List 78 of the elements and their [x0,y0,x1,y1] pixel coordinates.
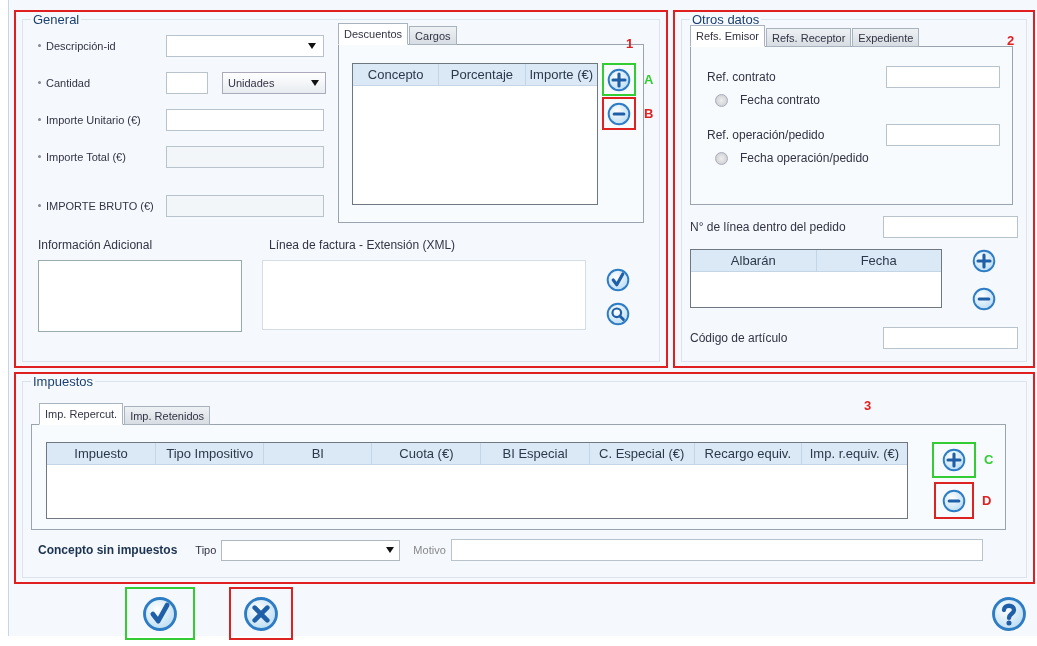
column-header[interactable]: BI Especial [481,443,590,464]
tab[interactable]: Descuentos [338,23,409,45]
column-header[interactable]: Importe (€) [525,64,597,85]
tab[interactable]: Cargos [409,26,457,45]
field-label: N° de línea dentro del pedido [690,220,846,234]
column-header[interactable]: Impuesto [47,443,157,464]
field-label: Descripción-id [46,39,116,52]
column-header[interactable]: Albarán [691,250,817,271]
section-number: 2 [1007,33,1015,48]
tab[interactable]: Expediente [852,28,920,47]
help-icon[interactable] [991,595,1027,632]
input-field[interactable] [166,194,324,217]
caret-icon [310,79,320,86]
callout-letter: B [644,105,654,121]
field-label: Ref. operación/pedido [707,128,825,142]
cancel-icon[interactable] [243,595,279,632]
column-header[interactable]: BI [264,443,373,464]
field-label: Código de artículo [690,331,788,345]
field-label: Cantidad [46,76,91,89]
add-icon[interactable] [942,448,966,472]
column-header[interactable]: Concepto [353,64,440,85]
bullet-icon [38,118,41,121]
field-label: Ref. contrato [707,70,776,84]
field-label: Importe Unitario (€) [46,113,141,126]
radio-label: Fecha contrato [740,93,821,107]
section-number: 1 [626,36,634,51]
input-field[interactable] [883,216,1018,238]
callout-letter: A [644,71,654,87]
field-label: Tipo [195,544,217,556]
bullet-icon [38,204,41,207]
tab[interactable]: Refs. Receptor [765,28,852,47]
section-number: 3 [864,398,872,413]
remove-icon[interactable] [942,488,966,513]
column-header[interactable]: Imp. r.equiv. (€) [801,443,907,464]
field-label: IMPORTE BRUTO (€) [46,199,154,212]
column-header[interactable]: Fecha [816,250,941,271]
dropdown-field[interactable] [221,539,401,561]
field-label: Información Adicional [38,238,154,252]
column-header[interactable]: Tipo Impositivo [156,443,265,464]
bullet-icon [38,155,41,158]
tab[interactable]: Imp. Retenidos [124,406,211,425]
group-title: Otros datos [691,12,761,27]
input-field[interactable] [450,539,983,561]
callout-letter: D [982,492,992,508]
field-label: Motivo [413,544,446,556]
remove-icon[interactable] [972,287,996,311]
input-field[interactable] [886,66,1000,88]
tab[interactable]: Refs. Emisor [690,25,765,47]
search-icon[interactable] [606,302,630,326]
input-field[interactable] [166,71,208,94]
check-icon[interactable] [142,595,178,632]
caret-icon [385,547,396,553]
tab[interactable]: Imp. Repercut. [39,403,124,425]
field-label: Línea de factura - Extensión (XML) [269,238,457,252]
bullet-icon [38,81,41,84]
field-label: Concepto sin impuestos [38,543,178,557]
column-header[interactable]: Porcentaje [439,64,526,85]
callout-letter: C [984,452,994,467]
bullet-icon [38,44,41,47]
caret-icon [307,42,317,49]
input-field[interactable] [883,327,1018,349]
dropdown-field[interactable] [166,34,324,57]
radio-label: Fecha operación/pedido [740,151,869,165]
input-field[interactable] [886,124,1000,146]
column-header[interactable]: Cuota (€) [372,443,482,464]
radio-button[interactable] [715,93,728,107]
radio-button[interactable] [715,151,728,165]
input-field[interactable] [166,108,324,131]
field-label: Importe Total (€) [46,150,126,163]
group-title: General [32,12,81,27]
check-icon[interactable] [606,268,630,292]
group-title: Impuestos [32,374,94,389]
add-icon[interactable] [972,249,996,273]
column-header[interactable]: C. Especial (€) [589,443,695,464]
column-header[interactable]: Recargo equiv. [694,443,802,464]
unit-dropdown[interactable]: Unidades [222,71,326,94]
input-field[interactable] [166,145,324,168]
text-area[interactable] [38,260,242,332]
